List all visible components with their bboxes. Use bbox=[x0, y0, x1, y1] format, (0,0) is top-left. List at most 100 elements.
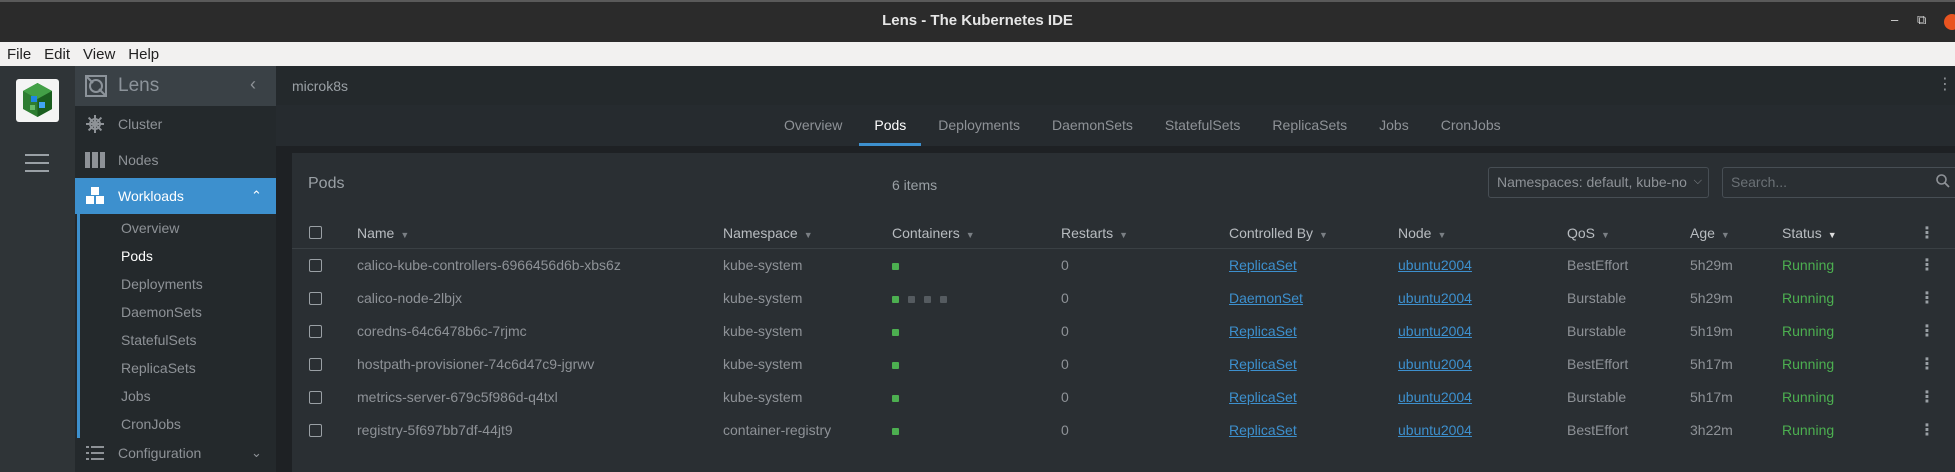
column-label: Status bbox=[1782, 225, 1822, 241]
pod-name: calico-node-2lbjx bbox=[357, 290, 463, 306]
column-restarts[interactable]: Restarts ▼ bbox=[1061, 225, 1128, 241]
node-link[interactable]: ubuntu2004 bbox=[1398, 422, 1472, 438]
submenu-item-cronjobs[interactable]: CronJobs bbox=[80, 410, 276, 438]
hotbar bbox=[0, 66, 75, 472]
sidebar-item-workloads[interactable]: Workloads ⌃ bbox=[75, 178, 276, 214]
select-all-checkbox[interactable] bbox=[309, 226, 322, 239]
column-namespace[interactable]: Namespace ▼ bbox=[723, 225, 813, 241]
row-checkbox[interactable] bbox=[309, 292, 322, 305]
controlled-by-link[interactable]: ReplicaSet bbox=[1229, 422, 1297, 438]
pods-panel: Pods 6 items Namespaces: default, kube-n… bbox=[292, 153, 1955, 472]
column-age[interactable]: Age ▼ bbox=[1690, 225, 1730, 241]
row-menu-icon[interactable]: ⋮ bbox=[1919, 288, 1935, 308]
tab-statefulsets[interactable]: StatefulSets bbox=[1149, 105, 1257, 146]
sidebar-item-label: Workloads bbox=[118, 188, 184, 204]
node-link[interactable]: ubuntu2004 bbox=[1398, 290, 1472, 306]
row-menu-icon[interactable]: ⋮ bbox=[1919, 387, 1935, 407]
row-menu-icon[interactable]: ⋮ bbox=[1919, 354, 1935, 374]
sidebar-item-configuration[interactable]: Configuration ⌄ bbox=[75, 438, 276, 468]
pod-name: coredns-64c6478b6c-7rjmc bbox=[357, 323, 527, 339]
controlled-by-link[interactable]: DaemonSet bbox=[1229, 290, 1303, 306]
search-box[interactable] bbox=[1722, 167, 1955, 198]
menu-view[interactable]: View bbox=[83, 46, 115, 63]
cluster-icon[interactable] bbox=[16, 79, 59, 122]
tab-replicasets[interactable]: ReplicaSets bbox=[1256, 105, 1363, 146]
sidebar-item-label: Nodes bbox=[118, 152, 159, 168]
pod-age: 5h19m bbox=[1690, 323, 1733, 339]
node-link[interactable]: ubuntu2004 bbox=[1398, 323, 1472, 339]
column-node[interactable]: Node ▼ bbox=[1398, 225, 1446, 241]
submenu-item-daemonsets[interactable]: DaemonSets bbox=[80, 298, 276, 326]
controlled-by-link[interactable]: ReplicaSet bbox=[1229, 323, 1297, 339]
panel-header: Pods 6 items Namespaces: default, kube-n… bbox=[292, 153, 1955, 215]
container-status-icon bbox=[892, 328, 899, 336]
controlled-by-link[interactable]: ReplicaSet bbox=[1229, 389, 1297, 405]
search-icon[interactable] bbox=[1936, 174, 1950, 191]
column-menu-icon[interactable]: ⋮ bbox=[1919, 223, 1935, 243]
submenu-item-jobs[interactable]: Jobs bbox=[80, 382, 276, 410]
pod-containers bbox=[892, 257, 908, 273]
table-row[interactable]: metrics-server-679c5f986d-q4txl kube-syst… bbox=[292, 381, 1955, 414]
row-checkbox[interactable] bbox=[309, 259, 322, 272]
menu-help[interactable]: Help bbox=[128, 46, 159, 63]
submenu-item-pods[interactable]: Pods bbox=[80, 242, 276, 270]
menu-icon[interactable] bbox=[25, 154, 49, 178]
table-row[interactable]: hostpath-provisioner-74c6d47c9-jgrwv kube… bbox=[292, 348, 1955, 381]
sidebar-item-nodes[interactable]: Nodes bbox=[75, 142, 276, 178]
submenu-item-statefulsets[interactable]: StatefulSets bbox=[80, 326, 276, 354]
container-status-icon bbox=[892, 361, 899, 369]
column-label: Namespace bbox=[723, 225, 798, 241]
row-checkbox[interactable] bbox=[309, 325, 322, 338]
submenu-item-replicasets[interactable]: ReplicaSets bbox=[80, 354, 276, 382]
table-row[interactable]: calico-kube-controllers-6966456d6b-xbs6z… bbox=[292, 249, 1955, 282]
menu-file[interactable]: File bbox=[7, 46, 31, 63]
more-vertical-icon[interactable]: ⋮ bbox=[1937, 74, 1953, 94]
column-status[interactable]: Status ▼ bbox=[1782, 225, 1837, 241]
table-row[interactable]: coredns-64c6478b6c-7rjmc kube-system 0 Repl… bbox=[292, 315, 1955, 348]
sidebar-header: Lens ‹ bbox=[75, 66, 276, 106]
table-row[interactable]: calico-node-2lbjx kube-system 0 DaemonSet ub… bbox=[292, 282, 1955, 315]
controlled-by-link[interactable]: ReplicaSet bbox=[1229, 356, 1297, 372]
tab-pods[interactable]: Pods bbox=[858, 105, 922, 146]
column-containers[interactable]: Containers ▼ bbox=[892, 225, 975, 241]
node-link[interactable]: ubuntu2004 bbox=[1398, 257, 1472, 273]
maximize-button[interactable]: ⧉ bbox=[1917, 12, 1926, 28]
row-checkbox[interactable] bbox=[309, 424, 322, 437]
tab-daemonsets[interactable]: DaemonSets bbox=[1036, 105, 1149, 146]
node-link[interactable]: ubuntu2004 bbox=[1398, 389, 1472, 405]
namespace-select-value: Namespaces: default, kube-no bbox=[1497, 174, 1687, 190]
close-button[interactable] bbox=[1944, 14, 1955, 30]
tab-overview[interactable]: Overview bbox=[768, 105, 858, 146]
row-menu-icon[interactable]: ⋮ bbox=[1919, 420, 1935, 440]
column-qos[interactable]: QoS ▼ bbox=[1567, 225, 1610, 241]
pod-qos: BestEffort bbox=[1567, 422, 1629, 438]
pod-age: 3h22m bbox=[1690, 422, 1733, 438]
controlled-by-link[interactable]: ReplicaSet bbox=[1229, 257, 1297, 273]
tab-jobs[interactable]: Jobs bbox=[1363, 105, 1425, 146]
column-name[interactable]: Name ▼ bbox=[357, 225, 409, 241]
node-link[interactable]: ubuntu2004 bbox=[1398, 356, 1472, 372]
sidebar-item-cluster[interactable]: Cluster bbox=[75, 106, 276, 142]
minimize-button[interactable]: ‒ bbox=[1891, 12, 1898, 27]
namespace-select[interactable]: Namespaces: default, kube-no ⌵ bbox=[1488, 167, 1709, 198]
collapse-sidebar-icon[interactable]: ‹ bbox=[250, 74, 256, 95]
tab-deployments[interactable]: Deployments bbox=[922, 105, 1036, 146]
chevron-down-icon: ⌄ bbox=[251, 445, 262, 460]
container-status-icon bbox=[908, 295, 915, 303]
pod-status: Running bbox=[1782, 290, 1835, 306]
tab-cronjobs[interactable]: CronJobs bbox=[1425, 105, 1517, 146]
row-menu-icon[interactable]: ⋮ bbox=[1919, 255, 1935, 275]
menu-edit[interactable]: Edit bbox=[44, 46, 70, 63]
search-input[interactable] bbox=[1723, 168, 1913, 196]
row-menu-icon[interactable]: ⋮ bbox=[1919, 321, 1935, 341]
table-row[interactable]: registry-5f697bb7df-44jt9 container-regis… bbox=[292, 414, 1955, 447]
row-checkbox[interactable] bbox=[309, 358, 322, 371]
list-icon bbox=[84, 442, 106, 464]
pod-qos: BestEffort bbox=[1567, 356, 1629, 372]
submenu-item-deployments[interactable]: Deployments bbox=[80, 270, 276, 298]
column-controlled-by[interactable]: Controlled By ▼ bbox=[1229, 225, 1328, 241]
row-checkbox[interactable] bbox=[309, 391, 322, 404]
pod-containers bbox=[892, 323, 908, 339]
submenu-item-overview[interactable]: Overview bbox=[80, 214, 276, 242]
cluster-name: microk8s bbox=[292, 77, 349, 94]
